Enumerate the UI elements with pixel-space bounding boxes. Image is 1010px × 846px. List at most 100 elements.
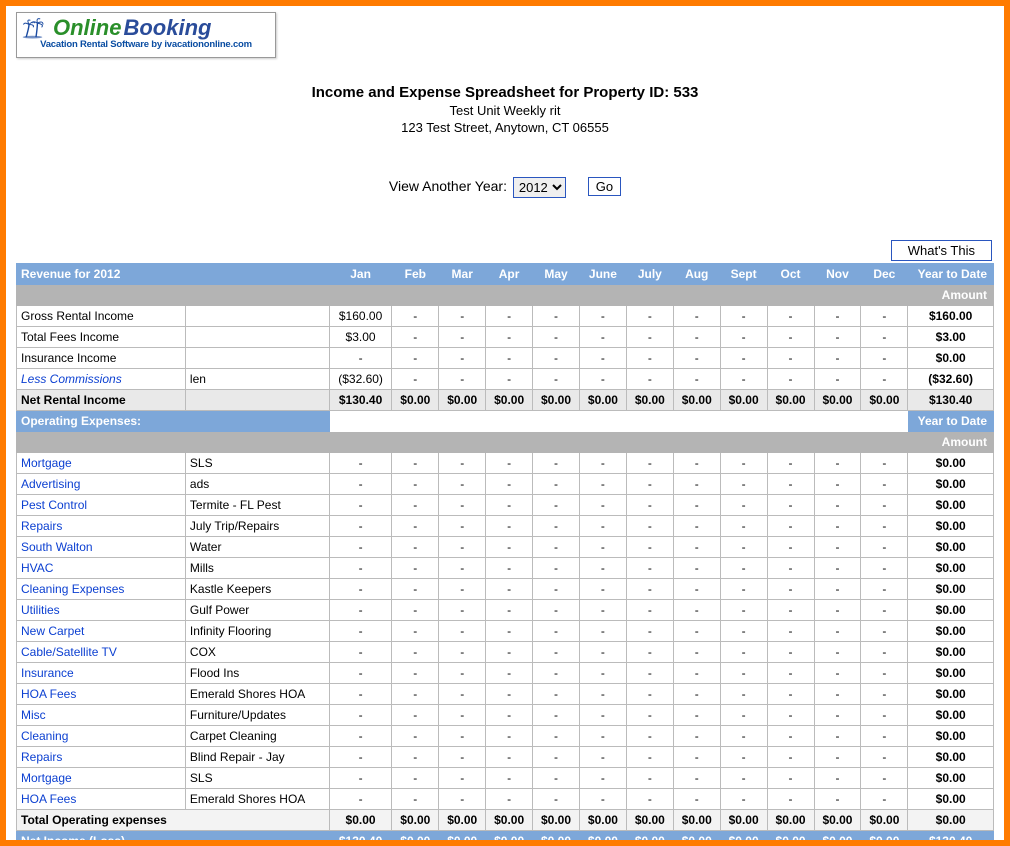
expense-m2: - (439, 621, 486, 642)
expense-m11: - (861, 705, 908, 726)
expense-m8: - (720, 705, 767, 726)
expense-m7: - (673, 705, 720, 726)
expense-m11: - (861, 453, 908, 474)
year-select[interactable]: 2012 (513, 177, 566, 198)
expense-m3: - (486, 558, 533, 579)
expense-notes: Carpet Cleaning (185, 726, 329, 747)
total-fees-income-m3: - (486, 327, 533, 348)
expense-m8: - (720, 663, 767, 684)
net-income-m8: $0.00 (720, 831, 767, 846)
net-rental-m4: $0.00 (533, 390, 580, 411)
expense-m7: - (673, 453, 720, 474)
expense-link[interactable]: Pest Control (17, 495, 186, 516)
expense-notes: Furniture/Updates (185, 705, 329, 726)
expense-m11: - (861, 726, 908, 747)
total-fees-income-m2: - (439, 327, 486, 348)
expense-m2: - (439, 495, 486, 516)
less-commissions-m2: - (439, 369, 486, 390)
expense-ytd: $0.00 (908, 495, 994, 516)
month-header-nov: Nov (814, 264, 861, 285)
expense-link[interactable]: HVAC (17, 558, 186, 579)
net-rental-m8: $0.00 (720, 390, 767, 411)
expense-link[interactable]: Cable/Satellite TV (17, 642, 186, 663)
expense-m3: - (486, 495, 533, 516)
expense-link[interactable]: Utilities (17, 600, 186, 621)
expense-link[interactable]: Cleaning Expenses (17, 579, 186, 600)
total-operating-m10: $0.00 (814, 810, 861, 831)
expense-m5: - (579, 495, 626, 516)
expense-m9: - (767, 663, 814, 684)
income-expense-table: Revenue for 2012JanFebMarAprMayJuneJulyA… (16, 263, 994, 846)
expense-m7: - (673, 663, 720, 684)
expense-link[interactable]: South Walton (17, 537, 186, 558)
less-commissions-m5: - (579, 369, 626, 390)
expense-m2: - (439, 642, 486, 663)
app-frame: OnlineBooking Vacation Rental Software b… (0, 0, 1010, 846)
expense-m3: - (486, 579, 533, 600)
expense-m8: - (720, 726, 767, 747)
gross-rental-income-m9: - (767, 306, 814, 327)
total-fees-income-m0: $3.00 (329, 327, 392, 348)
expense-m6: - (626, 705, 673, 726)
expense-m8: - (720, 474, 767, 495)
expense-m3: - (486, 642, 533, 663)
total-operating-m11: $0.00 (861, 810, 908, 831)
expense-m5: - (579, 516, 626, 537)
expense-m0: - (329, 600, 392, 621)
month-header-may: May (533, 264, 580, 285)
total-fees-income-m1: - (392, 327, 439, 348)
gross-rental-income-m7: - (673, 306, 720, 327)
expense-m2: - (439, 600, 486, 621)
expense-link[interactable]: Mortgage (17, 768, 186, 789)
expense-m9: - (767, 537, 814, 558)
expense-row: UtilitiesGulf Power------------$0.00 (17, 600, 994, 621)
expense-m5: - (579, 474, 626, 495)
expense-row: InsuranceFlood Ins------------$0.00 (17, 663, 994, 684)
expense-m5: - (579, 600, 626, 621)
expense-m0: - (329, 705, 392, 726)
expense-link[interactable]: HOA Fees (17, 684, 186, 705)
expense-m1: - (392, 558, 439, 579)
expense-link[interactable]: Insurance (17, 663, 186, 684)
expense-m5: - (579, 726, 626, 747)
expense-link[interactable]: Advertising (17, 474, 186, 495)
expense-ytd: $0.00 (908, 516, 994, 537)
expense-ytd: $0.00 (908, 537, 994, 558)
expense-link[interactable]: New Carpet (17, 621, 186, 642)
gross-rental-income-m8: - (720, 306, 767, 327)
total-operating-m4: $0.00 (533, 810, 580, 831)
expense-m6: - (626, 642, 673, 663)
expense-m4: - (533, 495, 580, 516)
total-fees-income-m10: - (814, 327, 861, 348)
expense-notes: Emerald Shores HOA (185, 789, 329, 810)
operating-amount-spacer (17, 432, 908, 453)
expense-m7: - (673, 747, 720, 768)
expense-m11: - (861, 663, 908, 684)
expense-m2: - (439, 789, 486, 810)
expense-notes: Mills (185, 558, 329, 579)
insurance-income-notes (185, 348, 329, 369)
expense-link[interactable]: Mortgage (17, 453, 186, 474)
expense-link[interactable]: Repairs (17, 747, 186, 768)
expense-m5: - (579, 621, 626, 642)
whats-this-button[interactable]: What's This (891, 240, 992, 261)
month-header-july: July (626, 264, 673, 285)
go-button[interactable]: Go (588, 177, 621, 196)
expense-link[interactable]: Cleaning (17, 726, 186, 747)
expense-link[interactable]: HOA Fees (17, 789, 186, 810)
month-header-aug: Aug (673, 264, 720, 285)
expense-m1: - (392, 747, 439, 768)
expense-notes: Flood Ins (185, 663, 329, 684)
expense-notes: Kastle Keepers (185, 579, 329, 600)
gross-rental-income-m5: - (579, 306, 626, 327)
expense-m6: - (626, 789, 673, 810)
expense-m1: - (392, 474, 439, 495)
expense-m4: - (533, 747, 580, 768)
expense-m11: - (861, 768, 908, 789)
total-operating-m5: $0.00 (579, 810, 626, 831)
expense-m8: - (720, 453, 767, 474)
expense-m10: - (814, 621, 861, 642)
expense-link[interactable]: Repairs (17, 516, 186, 537)
expense-link[interactable]: Misc (17, 705, 186, 726)
expense-m5: - (579, 705, 626, 726)
